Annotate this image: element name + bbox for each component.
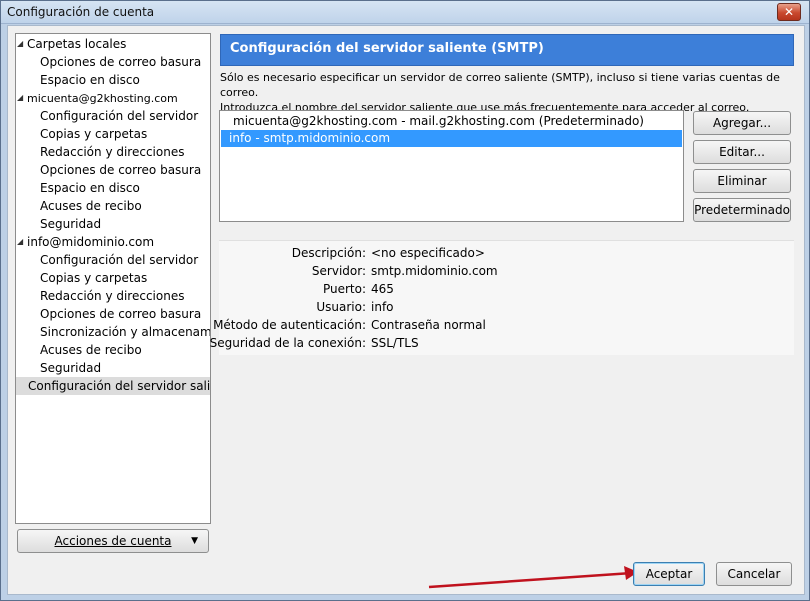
panel-header: Configuración del servidor saliente (SMT… (220, 34, 794, 66)
tree-item-composition[interactable]: Redacción y direcciones (40, 143, 184, 161)
tree-item-security[interactable]: Seguridad (40, 215, 101, 233)
window-title: Configuración de cuenta (7, 5, 155, 19)
detail-label: Servidor: (311, 264, 366, 278)
tree-item-receipts[interactable]: Acuses de recibo (40, 197, 142, 215)
detail-value: <no especificado> (371, 246, 485, 260)
server-list-item[interactable]: micuenta@g2khosting.com - mail.g2khostin… (221, 113, 682, 130)
detail-user: Usuario: info (219, 298, 794, 316)
tree-item-server-settings[interactable]: Configuración del servidor (40, 107, 198, 125)
detail-label: Seguridad de la conexión: (209, 336, 366, 350)
panel-title: Configuración del servidor saliente (SMT… (230, 41, 544, 56)
account-actions-label[interactable]: Acciones de cuenta (55, 534, 172, 548)
detail-auth-method: Método de autenticación: Contraseña norm… (213, 316, 794, 334)
detail-label: Descripción: (291, 246, 366, 260)
tree-item-server-settings[interactable]: Configuración del servidor (40, 251, 198, 269)
detail-label: Puerto: (322, 282, 366, 296)
tree-item-copies-folders[interactable]: Copias y carpetas (40, 125, 147, 143)
tree-item-disk-space[interactable]: Espacio en disco (40, 179, 140, 197)
tree-item-disk-space[interactable]: Espacio en disco (40, 71, 140, 89)
tree-item-copies-folders[interactable]: Copias y carpetas (40, 269, 147, 287)
tree-item-receipts[interactable]: Acuses de recibo (40, 341, 142, 359)
detail-value: Contraseña normal (371, 318, 486, 332)
account-settings-window: Configuración de cuenta ✕ ◢ Carpetas loca… (0, 0, 810, 601)
accept-button[interactable]: Aceptar (633, 562, 705, 586)
remove-server-button[interactable]: Eliminar (693, 169, 791, 193)
edit-server-button[interactable]: Editar... (693, 140, 791, 164)
detail-value: 465 (371, 282, 394, 296)
expand-arrow-icon[interactable]: ◢ (17, 233, 27, 251)
tree-item-sync-storage[interactable]: Sincronización y almacenami... (40, 323, 210, 341)
detail-label: Método de autenticación: (213, 318, 366, 332)
server-list-item-selected[interactable]: info - smtp.midominio.com (221, 130, 682, 147)
expand-arrow-icon[interactable]: ◢ (17, 35, 27, 53)
account-tree[interactable]: ◢ Carpetas locales Opciones de correo bas… (15, 33, 211, 524)
tree-item-junk-options[interactable]: Opciones de correo basura (40, 161, 201, 179)
annotation-arrow (428, 566, 638, 589)
dropdown-arrow-icon[interactable]: ▼ (191, 530, 198, 552)
tree-item-outgoing-server[interactable]: Configuración del servidor salie... (16, 377, 210, 395)
detail-connection-security: Seguridad de la conexión: SSL/TLS (210, 334, 794, 352)
tree-item-security[interactable]: Seguridad (40, 359, 101, 377)
description-line-1: Sólo es necesario especificar un servido… (220, 71, 780, 99)
account-actions-button[interactable]: Acciones de cuenta ▼ (17, 529, 209, 553)
cancel-button[interactable]: Cancelar (716, 562, 792, 586)
detail-value: info (371, 300, 394, 314)
tree-item-junk-options[interactable]: Opciones de correo basura (40, 305, 201, 323)
detail-label: Usuario: (316, 300, 366, 314)
close-icon[interactable]: ✕ (784, 5, 794, 19)
detail-description: Descripción: <no especificado> (219, 244, 794, 262)
close-button[interactable]: ✕ (777, 3, 801, 21)
set-default-button[interactable]: Predeterminado (693, 198, 791, 222)
smtp-server-list[interactable]: micuenta@g2khosting.com - mail.g2khostin… (219, 110, 684, 222)
tree-item-composition[interactable]: Redacción y direcciones (40, 287, 184, 305)
server-details: Descripción: <no especificado> Servidor:… (210, 240, 794, 355)
smtp-description: Sólo es necesario especificar un servido… (220, 70, 795, 115)
tree-item-junk-options[interactable]: Opciones de correo basura (40, 53, 201, 71)
title-bar[interactable]: Configuración de cuenta ✕ (1, 1, 809, 24)
tree-item-local-folders[interactable]: ◢ Carpetas locales (17, 35, 126, 53)
dialog-body: ◢ Carpetas locales Opciones de correo bas… (7, 25, 805, 595)
expand-arrow-icon[interactable]: ◢ (17, 89, 27, 107)
tree-item-account-info[interactable]: ◢ info@midominio.com (17, 233, 154, 251)
detail-value: SSL/TLS (371, 336, 419, 350)
add-server-button[interactable]: Agregar... (693, 111, 791, 135)
detail-port: Puerto: 465 (219, 280, 794, 298)
tree-item-account-micuenta[interactable]: ◢ micuenta@g2khosting.com (17, 89, 178, 107)
detail-server: Servidor: smtp.midominio.com (219, 262, 794, 280)
detail-value: smtp.midominio.com (371, 264, 498, 278)
